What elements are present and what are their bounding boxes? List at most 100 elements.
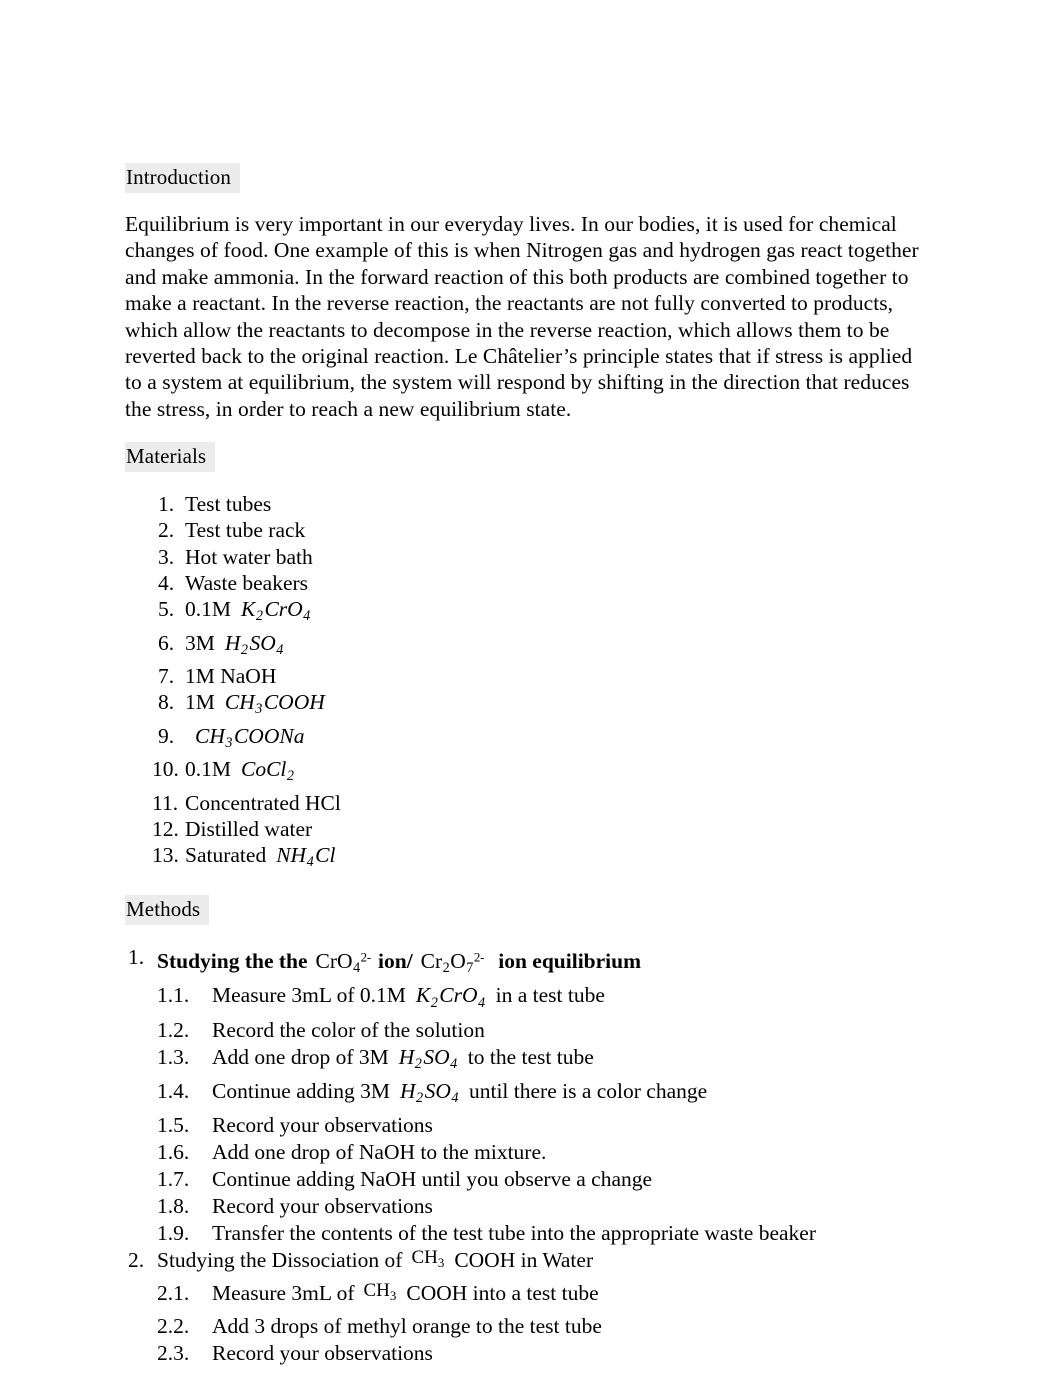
materials-item-number: 4. [158, 570, 175, 595]
introduction-paragraph: Equilibrium is very important in our eve… [125, 212, 919, 421]
chemical-formula: NH4Cl [276, 842, 336, 871]
methods-substep-text: Add one drop of 3M [212, 1044, 389, 1069]
chemical-formula: K2CrO4 [241, 597, 311, 625]
materials-item-number: 8. [158, 690, 175, 715]
methods-substep: 1.1. Measure 3mL of 0.1M K2CrO4 in a test t… [157, 982, 932, 1016]
materials-item: 8. 1M CH3COOH [125, 689, 932, 722]
chemical-formula: H2SO4 [399, 1078, 459, 1107]
materials-item-number: 13. [152, 842, 179, 867]
materials-item: 9. CH3COONa [125, 723, 932, 756]
methods-substep-list: 2.1. Measure 3mL of CH3 COOH into a test tu… [157, 1280, 932, 1367]
methods-item-number: 1. [128, 945, 145, 970]
methods-substep-number: 1.8. [157, 1194, 190, 1219]
methods-substep-text: Transfer the contents of the test tube i… [212, 1221, 816, 1246]
document-page: Introduction Equilibrium is very importa… [0, 0, 1062, 1376]
methods-substep-text: Continue adding 3M [212, 1078, 390, 1103]
methods-substep-number: 2.3. [157, 1340, 190, 1365]
chemical-formula: H2SO4 [398, 1044, 458, 1072]
introduction-heading-row: Introduction [125, 163, 932, 193]
materials-item: 1. Test tubes [125, 491, 932, 517]
methods-substep-number: 1.2. [157, 1017, 190, 1042]
methods-substep: 1.7. Continue adding NaOH until you obser… [157, 1166, 932, 1193]
materials-item-number: 6. [158, 630, 175, 655]
methods-substep: 1.5. Record your observations [157, 1112, 932, 1139]
materials-item: 13. Saturated NH4Cl [125, 842, 932, 875]
methods-substep-text: Add 3 drops of methyl orange to the test… [212, 1313, 602, 1338]
methods-item-title: Studying the Dissociation of CH3 COOH in W… [157, 1247, 594, 1273]
materials-item-label: Hot water bath [185, 544, 313, 569]
methods-title-text: Studying the Dissociation of [157, 1248, 403, 1273]
methods-substep-text: Record your observations [212, 1113, 433, 1138]
methods-substep-number: 1.5. [157, 1113, 190, 1138]
materials-item-number: 1. [158, 492, 175, 517]
methods-title-text: ion equilibrium [498, 949, 642, 974]
materials-item-number: 12. [152, 816, 179, 841]
chemical-formula: CrO42- [315, 949, 372, 977]
methods-substep: 1.6. Add one drop of NaOH to the mixture. [157, 1139, 932, 1166]
materials-item-label: Distilled water [185, 816, 313, 841]
chemical-formula: Cr2O72- [420, 949, 485, 977]
materials-item-number: 3. [158, 544, 175, 569]
materials-item-label: Waste beakers [185, 570, 309, 595]
methods-title-text: Studying the the [157, 949, 308, 974]
materials-list: 1. Test tubes 2. Test tube rack 3. Hot water … [125, 491, 932, 875]
methods-title-text: ion/ [378, 949, 413, 974]
materials-item: 11. Concentrated HCl [125, 790, 932, 816]
introduction-heading: Introduction [125, 163, 241, 193]
methods-substep-text: Continue adding NaOH until you observe a… [212, 1167, 653, 1192]
methods-substep-text: to the test tube [467, 1044, 594, 1069]
methods-substep-list: 1.1. Measure 3mL of 0.1M K2CrO4 in a test t… [157, 982, 932, 1247]
methods-title-text: COOH in Water [454, 1248, 594, 1273]
materials-heading-row: Materials [125, 442, 932, 473]
methods-substep-number: 1.3. [157, 1044, 190, 1069]
materials-item: 12. Distilled water [125, 816, 932, 842]
methods-substep-text: COOH into a test tube [406, 1280, 599, 1305]
methods-substep-text: Record your observations [212, 1340, 433, 1365]
chemical-formula: CoCl2 [241, 757, 294, 785]
chemical-formula: H2SO4 [224, 630, 284, 658]
methods-substep-number: 1.6. [157, 1140, 190, 1165]
materials-item: 5. 0.1M K2CrO4 [125, 596, 932, 629]
methods-substep: 1.4. Continue adding 3M H2SO4 until there i… [157, 1078, 932, 1112]
methods-substep: 1.9. Transfer the contents of the test tu… [157, 1220, 932, 1247]
methods-substep: 2.3. Record your observations [157, 1340, 932, 1367]
materials-item-label: Saturated [185, 842, 267, 867]
chemical-formula: CH3 [411, 1247, 445, 1270]
methods-item-title: Studying the the CrO42- ion/Cr2O72- ion equ… [157, 949, 642, 977]
methods-list: 1. Studying the the CrO42- ion/Cr2O72- ion e… [125, 944, 932, 1366]
materials-item-number: 11. [152, 790, 179, 815]
methods-substep: 1.8. Record your observations [157, 1193, 932, 1220]
materials-item: 6. 3M H2SO4 [125, 630, 932, 663]
chemical-formula: CH3COOH [224, 690, 325, 718]
materials-item: 3. Hot water bath [125, 544, 932, 570]
methods-substep: 1.3. Add one drop of 3M H2SO4 to the test t… [157, 1044, 932, 1078]
methods-item-number: 2. [128, 1248, 145, 1273]
materials-item: 7. 1M NaOH [125, 663, 932, 689]
methods-item: 2. Studying the Dissociation of CH3 COOH in… [125, 1247, 932, 1367]
methods-heading: Methods [125, 895, 210, 926]
methods-substep-number: 1.9. [157, 1221, 190, 1246]
methods-substep-text: Measure 3mL of [212, 1280, 355, 1305]
methods-substep-text: in a test tube [495, 983, 605, 1008]
materials-item-number: 7. [158, 663, 175, 688]
materials-item-number: 9. [158, 723, 175, 748]
materials-item: 10. 0.1M CoCl2 [125, 756, 932, 789]
chemical-formula: CH3 [363, 1279, 397, 1303]
methods-substep-number: 1.1. [157, 983, 190, 1008]
methods-substep-number: 1.4. [157, 1078, 190, 1103]
materials-item-number: 10. [152, 757, 179, 782]
methods-item: 1. Studying the the CrO42- ion/Cr2O72- ion e… [125, 944, 932, 1247]
methods-heading-row: Methods [125, 895, 932, 926]
materials-heading: Materials [125, 442, 216, 473]
materials-item: 4. Waste beakers [125, 570, 932, 596]
methods-substep-text: Add one drop of NaOH to the mixture. [212, 1140, 547, 1165]
materials-item-label: Test tube rack [185, 518, 306, 543]
materials-item: 2. Test tube rack [125, 517, 932, 543]
methods-substep: 2.1. Measure 3mL of CH3 COOH into a test tu… [157, 1280, 932, 1313]
methods-substep-text: Record your observations [212, 1194, 433, 1219]
methods-substep: 1.2. Record the color of the solution [157, 1017, 932, 1044]
chemical-formula: CH3COONa [195, 723, 305, 751]
methods-substep-number: 1.7. [157, 1167, 190, 1192]
materials-item-number: 2. [158, 518, 175, 543]
methods-substep-number: 2.2. [157, 1313, 190, 1338]
